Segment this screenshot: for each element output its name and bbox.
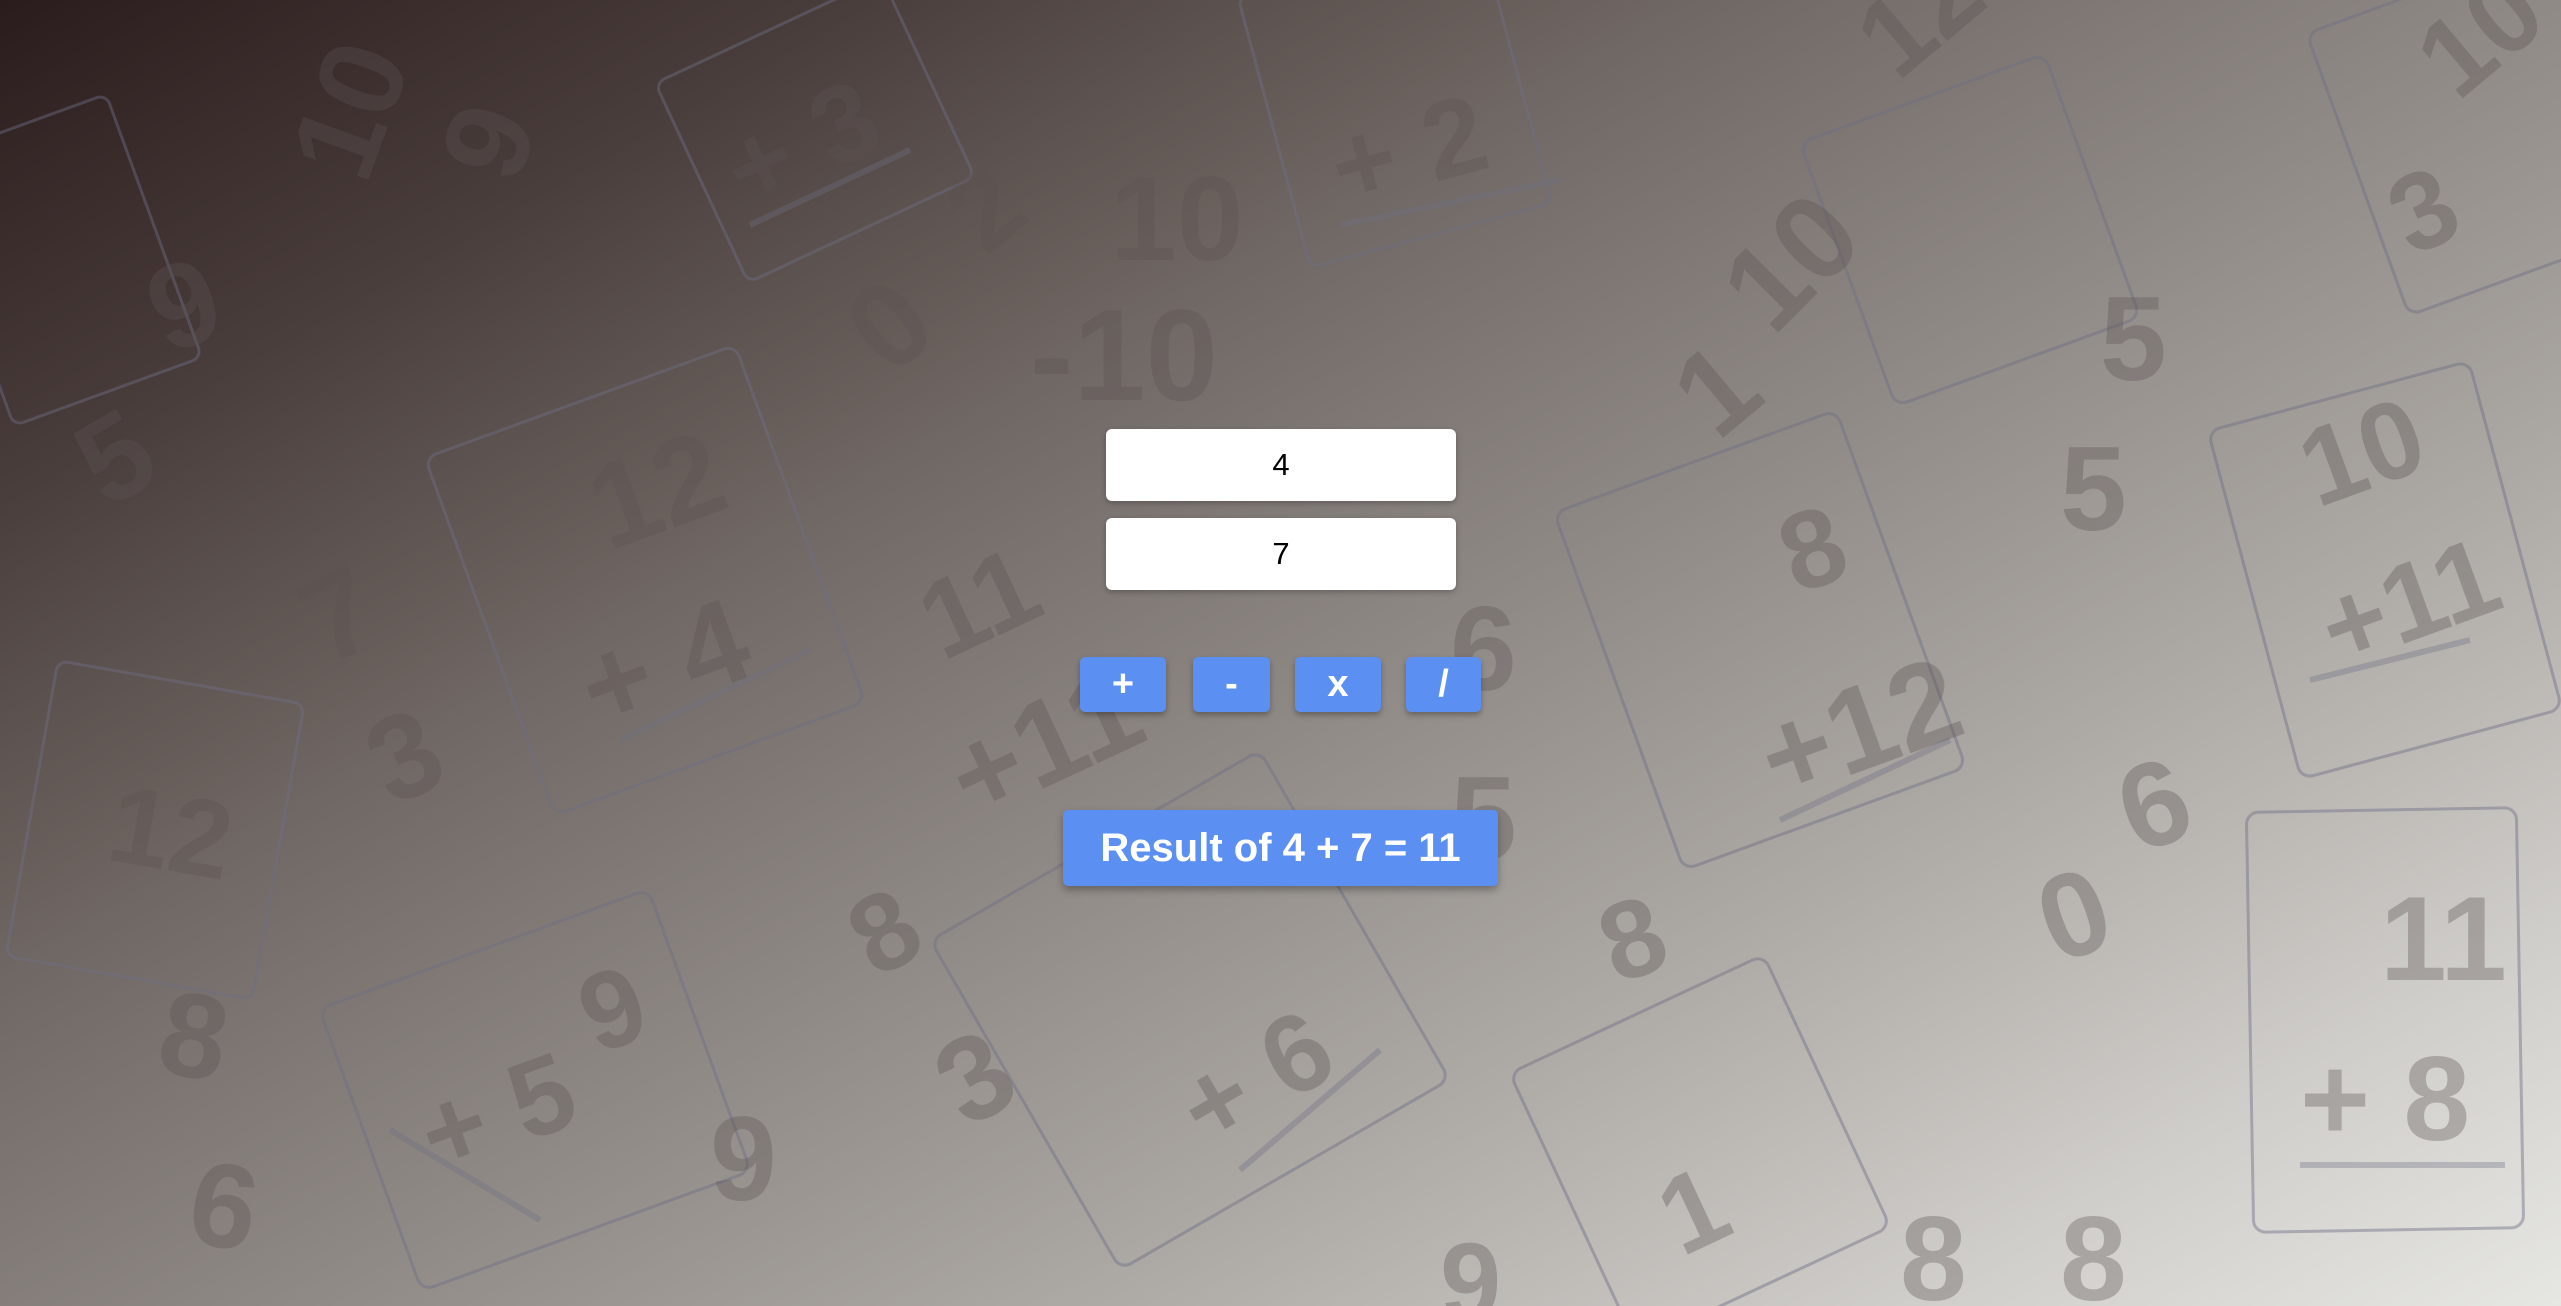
divide-button[interactable]: / (1406, 657, 1481, 712)
svg-text:0: 0 (821, 252, 958, 398)
svg-text:2: 2 (923, 142, 1049, 276)
svg-text:10: 10 (1110, 152, 1243, 286)
svg-text:11: 11 (901, 523, 1058, 684)
second-number-input[interactable] (1106, 518, 1456, 590)
svg-text:6: 6 (179, 1134, 268, 1278)
svg-text:5: 5 (2060, 422, 2127, 556)
svg-text:8: 8 (149, 964, 238, 1108)
svg-text:8: 8 (827, 863, 941, 1000)
svg-text:12: 12 (571, 404, 742, 576)
svg-text:3: 3 (913, 1003, 1038, 1152)
svg-text:9: 9 (1440, 1221, 1501, 1306)
svg-text:10: 10 (1697, 167, 1886, 356)
svg-text:11: 11 (2380, 872, 2507, 1006)
svg-text:1: 1 (1648, 317, 1785, 463)
first-number-input[interactable] (1106, 429, 1456, 501)
svg-text:9: 9 (563, 941, 663, 1078)
svg-text:+ 6: + 6 (1157, 986, 1354, 1171)
svg-text:9: 9 (414, 87, 563, 196)
svg-text:8: 8 (1900, 1192, 1967, 1306)
svg-text:8: 8 (1583, 871, 1683, 1008)
svg-text:12: 12 (100, 761, 242, 903)
result-display: Result of 4 + 7 = 11 (1063, 810, 1498, 886)
svg-text:10: 10 (2394, 0, 2561, 121)
svg-text:1: 1 (1640, 1142, 1747, 1279)
svg-text:+12: +12 (1741, 630, 1978, 826)
svg-text:5: 5 (2100, 272, 2167, 406)
svg-text:+ 4: + 4 (561, 572, 767, 756)
svg-text:8: 8 (1763, 481, 1863, 618)
multiply-button[interactable]: x (1295, 657, 1381, 712)
svg-text:3: 3 (346, 681, 463, 831)
svg-text:10: 10 (264, 25, 436, 196)
svg-text:+ 5: + 5 (403, 1028, 592, 1197)
svg-text:12: 12 (1834, 0, 2007, 101)
svg-text:9: 9 (710, 1092, 777, 1226)
svg-text:+11: +11 (2303, 513, 2515, 690)
svg-text:6: 6 (2100, 730, 2209, 879)
svg-text:0: 0 (2020, 840, 2129, 989)
subtract-button[interactable]: - (1193, 657, 1270, 712)
svg-text:+ 3: + 3 (705, 55, 898, 232)
svg-text:+ 2: + 2 (1317, 71, 1500, 230)
svg-text:+ 8: + 8 (2300, 1032, 2470, 1166)
add-button[interactable]: + (1080, 657, 1166, 712)
svg-text:5: 5 (53, 383, 178, 532)
svg-text:7: 7 (280, 540, 397, 690)
svg-text:8: 8 (2060, 1192, 2127, 1306)
svg-text:10: 10 (2283, 373, 2440, 530)
flashcard-background: 10 9 + 3 2 0 10 -10 + 2 12 10 3 10 1 5 5… (0, 0, 2561, 1306)
svg-text:-10: -10 (1030, 282, 1218, 428)
svg-text:9: 9 (130, 230, 239, 379)
svg-text:3: 3 (2370, 142, 2477, 279)
